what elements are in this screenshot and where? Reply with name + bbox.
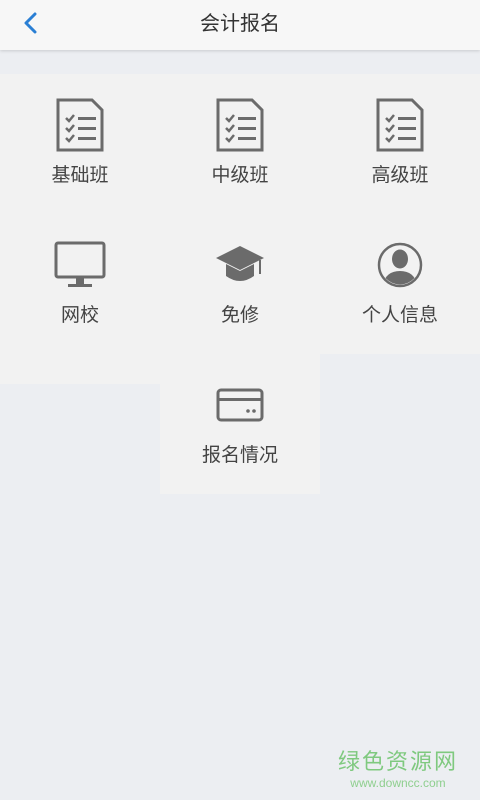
menu-item-label: 基础班 <box>51 164 109 186</box>
menu-item-intermediate-class[interactable]: 中级班 <box>160 74 320 214</box>
menu-item-online-school[interactable]: 网校 <box>0 214 160 354</box>
watermark-title: 绿色资源网 <box>337 750 458 775</box>
watermark: 绿色资源网 www.downcc.com <box>338 744 458 790</box>
document-checklist-icon <box>53 98 107 152</box>
menu-item-label: 报名情况 <box>201 444 278 466</box>
page-title: 会计报名 <box>200 11 280 35</box>
menu-item-label: 高级班 <box>371 164 429 186</box>
grid-filler-left <box>0 354 160 384</box>
user-avatar-icon <box>373 238 427 292</box>
graduation-cap-icon <box>213 238 267 292</box>
menu-item-label: 网校 <box>60 304 99 326</box>
document-checklist-icon <box>213 98 267 152</box>
menu-item-label: 免修 <box>220 304 259 326</box>
menu-item-personal-info[interactable]: 个人信息 <box>320 214 480 354</box>
menu-item-label: 中级班 <box>211 164 269 186</box>
document-checklist-icon <box>373 98 427 152</box>
monitor-icon <box>53 238 107 292</box>
menu-item-registration-status[interactable]: 报名情况 <box>160 354 320 494</box>
card-icon <box>213 378 267 432</box>
top-bar: 会计报名 <box>0 0 480 50</box>
menu-item-label: 个人信息 <box>361 304 438 326</box>
menu-item-basic-class[interactable]: 基础班 <box>0 74 160 214</box>
watermark-url: www.downcc.com <box>350 776 446 790</box>
menu-item-exemption[interactable]: 免修 <box>160 214 320 354</box>
menu-item-advanced-class[interactable]: 高级班 <box>320 74 480 214</box>
